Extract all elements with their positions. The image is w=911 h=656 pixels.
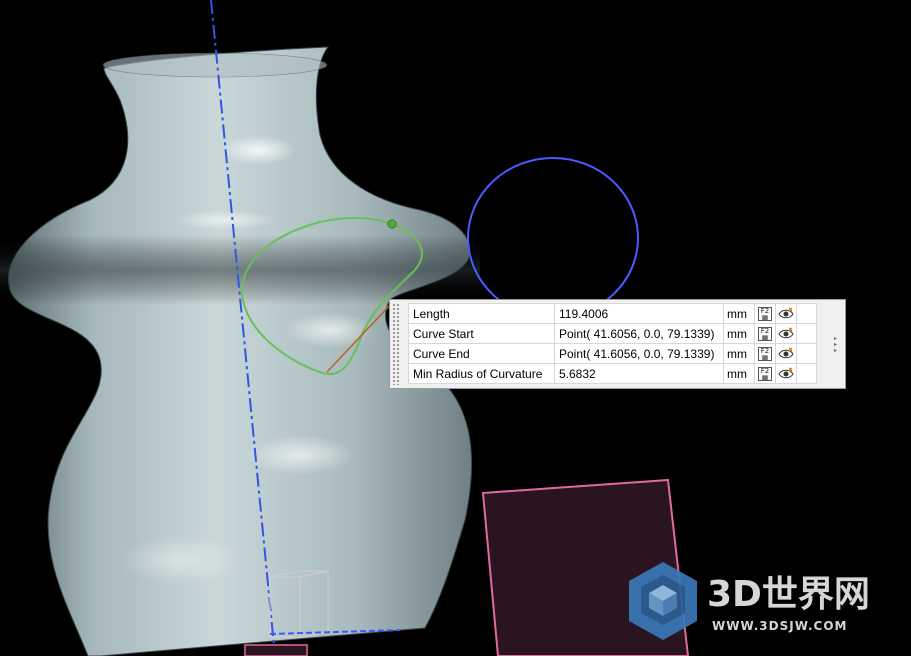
curve-start-point[interactable]: [387, 219, 397, 229]
visibility-eye-icon[interactable]: [775, 363, 797, 384]
measurement-row[interactable]: Length 119.4006 mm F2 ▦: [408, 303, 817, 324]
measurement-results-panel[interactable]: Length 119.4006 mm F2 ▦ Curve Start Point( 41.…: [389, 299, 846, 389]
calculator-icon[interactable]: F2 ▦: [754, 343, 776, 364]
visibility-eye-icon[interactable]: [775, 323, 797, 344]
measurement-unit: mm: [723, 323, 755, 344]
measurement-row[interactable]: Curve End Point( 41.6056, 0.0, 79.1339) mm…: [408, 343, 817, 364]
row-spacer: [796, 303, 817, 324]
measurement-label: Curve Start: [408, 323, 555, 344]
measurement-table: Length 119.4006 mm F2 ▦ Curve Start Point( 41.…: [408, 303, 817, 384]
calculator-icon[interactable]: F2 ▦: [754, 363, 776, 384]
visibility-eye-icon[interactable]: [775, 303, 797, 324]
measurement-row[interactable]: Min Radius of Curvature 5.6832 mm F2 ▦: [408, 363, 817, 384]
datum-plane-edge[interactable]: [244, 644, 308, 656]
measurement-unit: mm: [723, 363, 755, 384]
measurement-label: Curve End: [408, 343, 555, 364]
watermark-url: WWW.3DSJW.COM: [712, 619, 847, 633]
row-spacer: [796, 343, 817, 364]
calculator-icon[interactable]: F2 ▦: [754, 303, 776, 324]
measurement-unit: mm: [723, 303, 755, 324]
circle-sketch-curve[interactable]: [467, 157, 639, 319]
measurement-label: Min Radius of Curvature: [408, 363, 555, 384]
measurement-unit: mm: [723, 343, 755, 364]
row-spacer: [796, 363, 817, 384]
measurement-label: Length: [408, 303, 555, 324]
watermark-brand: 3D世界网: [707, 574, 870, 615]
panel-drag-handle[interactable]: [392, 303, 400, 385]
panel-expand-arrows-icon[interactable]: ▸ ▸ ▸: [834, 336, 842, 354]
measurement-value[interactable]: Point( 41.6056, 0.0, 79.1339): [554, 343, 724, 364]
calculator-icon[interactable]: F2 ▦: [754, 323, 776, 344]
measurement-row[interactable]: Curve Start Point( 41.6056, 0.0, 79.1339)…: [408, 323, 817, 344]
measurement-value[interactable]: 5.6832: [554, 363, 724, 384]
visibility-eye-icon[interactable]: [775, 343, 797, 364]
row-spacer: [796, 323, 817, 344]
measurement-value[interactable]: Point( 41.6056, 0.0, 79.1339): [554, 323, 724, 344]
measurement-value[interactable]: 119.4006: [554, 303, 724, 324]
